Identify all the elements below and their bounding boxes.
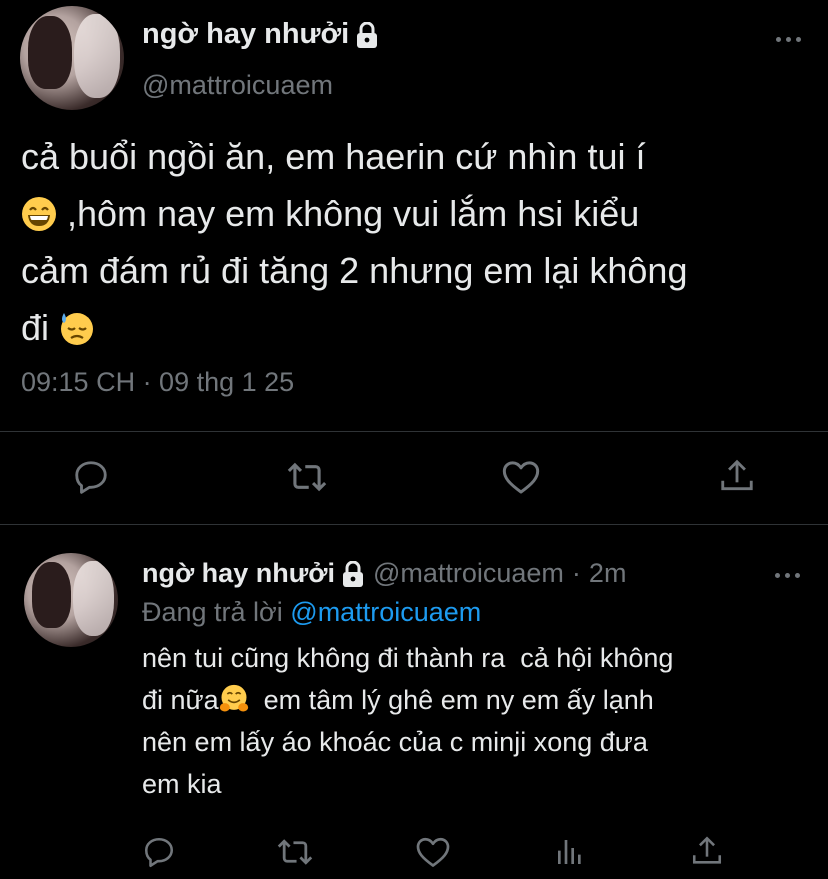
replying-to: Đang trả lời @mattroicuaem <box>142 597 482 627</box>
divider <box>0 431 828 432</box>
reply-icon[interactable] <box>142 835 176 869</box>
handle[interactable]: @mattroicuaem <box>373 558 564 589</box>
like-icon[interactable] <box>501 458 541 496</box>
share-icon[interactable] <box>690 833 724 869</box>
views-icon[interactable] <box>554 834 586 870</box>
reply-icon[interactable] <box>72 458 110 496</box>
avatar[interactable] <box>20 6 124 110</box>
like-icon[interactable] <box>415 835 451 869</box>
tweet-text: cả buổi ngồi ăn, em haerin cứ nhìn tui í… <box>21 136 688 348</box>
time-ago[interactable]: 2m <box>589 558 627 589</box>
separator: · <box>571 558 581 588</box>
share-icon[interactable] <box>718 456 756 496</box>
replying-to-link[interactable]: @mattroicuaem <box>290 597 481 627</box>
reply-header: ngờ hay nhưởi @mattroicuaem · 2m <box>142 558 626 589</box>
reply-tweet: ngờ hay nhưởi @mattroicuaem · 2m Đang tr… <box>0 525 828 879</box>
display-name[interactable]: ngờ hay nhưởi <box>142 18 379 51</box>
main-tweet: ngờ hay nhưởi @mattroicuaem cả buổi ngồi… <box>0 0 828 525</box>
grinning-face-emoji <box>22 197 56 231</box>
retweet-icon[interactable] <box>276 835 314 869</box>
avatar[interactable] <box>24 553 118 647</box>
more-options-icon[interactable] <box>775 573 800 578</box>
tweet-text: nên tui cũng không đi thành ra cả hội kh… <box>142 643 674 799</box>
handle[interactable]: @mattroicuaem <box>142 70 333 101</box>
lock-icon <box>355 21 379 48</box>
lock-icon <box>341 560 365 587</box>
timestamp[interactable]: 09:15 CH · 09 thg 1 25 <box>21 367 294 398</box>
more-options-icon[interactable] <box>776 37 801 42</box>
downcast-sweat-face-emoji <box>61 313 94 345</box>
hugging-face-emoji <box>219 684 248 712</box>
retweet-icon[interactable] <box>286 458 328 496</box>
display-name[interactable]: ngờ hay nhưởi <box>142 558 365 589</box>
